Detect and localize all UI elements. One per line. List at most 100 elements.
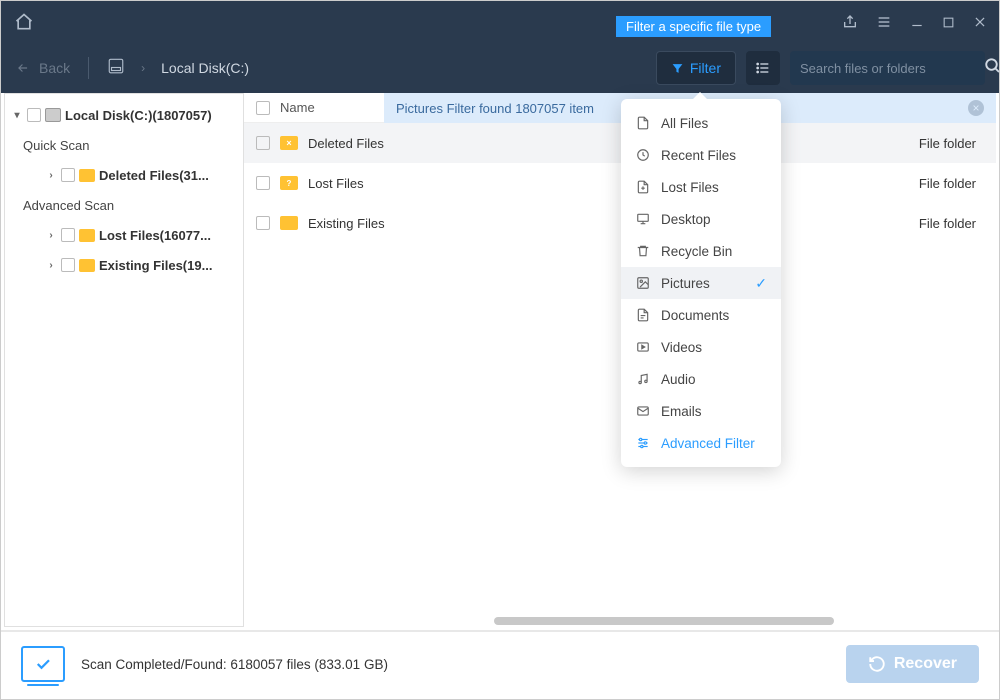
tree-section-quick[interactable]: Quick Scan: [5, 130, 243, 160]
checkbox[interactable]: [256, 176, 270, 190]
banner-text: Pictures Filter found 1807057 item: [396, 101, 594, 116]
horizontal-scrollbar[interactable]: [244, 615, 996, 627]
video-icon: [635, 339, 651, 355]
search-box[interactable]: [790, 51, 985, 85]
folder-icon: ?: [280, 176, 298, 190]
row-type: File folder: [919, 176, 984, 191]
filter-button[interactable]: Filter: [656, 51, 736, 85]
checkbox[interactable]: [61, 228, 75, 242]
tree-item-label: Existing Files(19...: [99, 258, 212, 273]
separator: [88, 57, 89, 79]
menu-label: Pictures: [661, 276, 710, 291]
checkbox[interactable]: [256, 216, 270, 230]
menu-item-recycle[interactable]: Recycle Bin: [621, 235, 781, 267]
audio-icon: [635, 371, 651, 387]
select-all-checkbox[interactable]: [256, 101, 270, 115]
menu-label: Lost Files: [661, 180, 719, 195]
chevron-down-icon[interactable]: ▾: [11, 110, 23, 121]
menu-label: Videos: [661, 340, 702, 355]
menu-label: Documents: [661, 308, 729, 323]
menu-item-pictures[interactable]: Pictures ✓: [621, 267, 781, 299]
search-input[interactable]: [800, 61, 976, 76]
scan-status: Scan Completed/Found: 6180057 files (833…: [81, 657, 388, 672]
lost-file-icon: [635, 179, 651, 195]
disk-icon: [107, 57, 125, 80]
column-name[interactable]: Name: [280, 100, 315, 115]
menu-item-documents[interactable]: Documents: [621, 299, 781, 331]
minimize-icon[interactable]: [910, 15, 924, 29]
section-label: Quick Scan: [23, 138, 89, 153]
trash-icon: [635, 243, 651, 259]
main-area: ▾ Local Disk(C:)(1807057) Quick Scan › D…: [4, 93, 996, 627]
desktop-icon: [635, 211, 651, 227]
banner-close-icon[interactable]: ×: [968, 100, 984, 116]
folder-icon: [79, 259, 95, 272]
table-row[interactable]: ? Lost Files File folder: [244, 163, 996, 203]
tree-item-label: Lost Files(16077...: [99, 228, 211, 243]
search-icon[interactable]: [984, 57, 1000, 80]
menu-label: Desktop: [661, 212, 711, 227]
menu-item-recent[interactable]: Recent Files: [621, 139, 781, 171]
menu-item-all-files[interactable]: All Files: [621, 107, 781, 139]
file-icon: [635, 115, 651, 131]
menu-label: All Files: [661, 116, 708, 131]
checkbox[interactable]: [256, 136, 270, 150]
hint-callout: Filter a specific file type: [616, 16, 771, 37]
chevron-right-icon[interactable]: ›: [45, 170, 57, 181]
back-button[interactable]: Back: [15, 60, 70, 76]
tree-section-advanced[interactable]: Advanced Scan: [5, 190, 243, 220]
chevron-right-icon[interactable]: ›: [45, 260, 57, 271]
row-type: File folder: [919, 136, 984, 151]
document-icon: [635, 307, 651, 323]
tree-item-lost[interactable]: › Lost Files(16077...: [5, 220, 243, 250]
recover-label: Recover: [894, 655, 957, 673]
home-icon[interactable]: [13, 11, 35, 33]
sidebar: ▾ Local Disk(C:)(1807057) Quick Scan › D…: [4, 93, 244, 627]
folder-icon: ×: [280, 136, 298, 150]
share-icon[interactable]: [842, 14, 858, 30]
chevron-right-icon[interactable]: ›: [45, 230, 57, 241]
menu-label: Recent Files: [661, 148, 736, 163]
scan-complete-icon: [21, 646, 65, 682]
menu-label: Recycle Bin: [661, 244, 732, 259]
content-pane: Name Pictures Filter found 1807057 item …: [244, 93, 996, 627]
checkbox[interactable]: [61, 258, 75, 272]
folder-icon: [280, 216, 298, 230]
menu-item-desktop[interactable]: Desktop: [621, 203, 781, 235]
back-label: Back: [39, 60, 70, 76]
breadcrumb[interactable]: Local Disk(C:): [161, 60, 249, 76]
toolbar: Back › Local Disk(C:) Filter: [1, 43, 999, 93]
row-name: Lost Files: [308, 176, 909, 191]
disk-icon: [45, 108, 61, 122]
menu-icon[interactable]: [876, 14, 892, 30]
menu-item-advanced-filter[interactable]: Advanced Filter: [621, 427, 781, 459]
clock-icon: [635, 147, 651, 163]
checkbox[interactable]: [27, 108, 41, 122]
image-icon: [635, 275, 651, 291]
table-row[interactable]: × Deleted Files File folder: [244, 123, 996, 163]
menu-label: Emails: [661, 404, 702, 419]
checkbox[interactable]: [61, 168, 75, 182]
scrollbar-thumb[interactable]: [494, 617, 834, 625]
folder-icon: [79, 169, 95, 182]
maximize-icon[interactable]: [942, 16, 955, 29]
recover-button[interactable]: Recover: [846, 645, 979, 683]
menu-item-audio[interactable]: Audio: [621, 363, 781, 395]
close-icon[interactable]: [973, 15, 987, 29]
tree-item-deleted[interactable]: › Deleted Files(31...: [5, 160, 243, 190]
footer: Scan Completed/Found: 6180057 files (833…: [1, 630, 999, 696]
list-view-button[interactable]: [746, 51, 780, 85]
row-type: File folder: [919, 216, 984, 231]
tree-item-existing[interactable]: › Existing Files(19...: [5, 250, 243, 280]
tree-root[interactable]: ▾ Local Disk(C:)(1807057): [5, 100, 243, 130]
table-row[interactable]: Existing Files File folder: [244, 203, 996, 243]
menu-item-videos[interactable]: Videos: [621, 331, 781, 363]
titlebar: [1, 1, 999, 43]
sliders-icon: [635, 435, 651, 451]
section-label: Advanced Scan: [23, 198, 114, 213]
row-name: Existing Files: [308, 216, 909, 231]
menu-label: Advanced Filter: [661, 436, 755, 451]
menu-item-lost[interactable]: Lost Files: [621, 171, 781, 203]
menu-item-emails[interactable]: Emails: [621, 395, 781, 427]
chevron-right-icon: ›: [141, 61, 145, 75]
